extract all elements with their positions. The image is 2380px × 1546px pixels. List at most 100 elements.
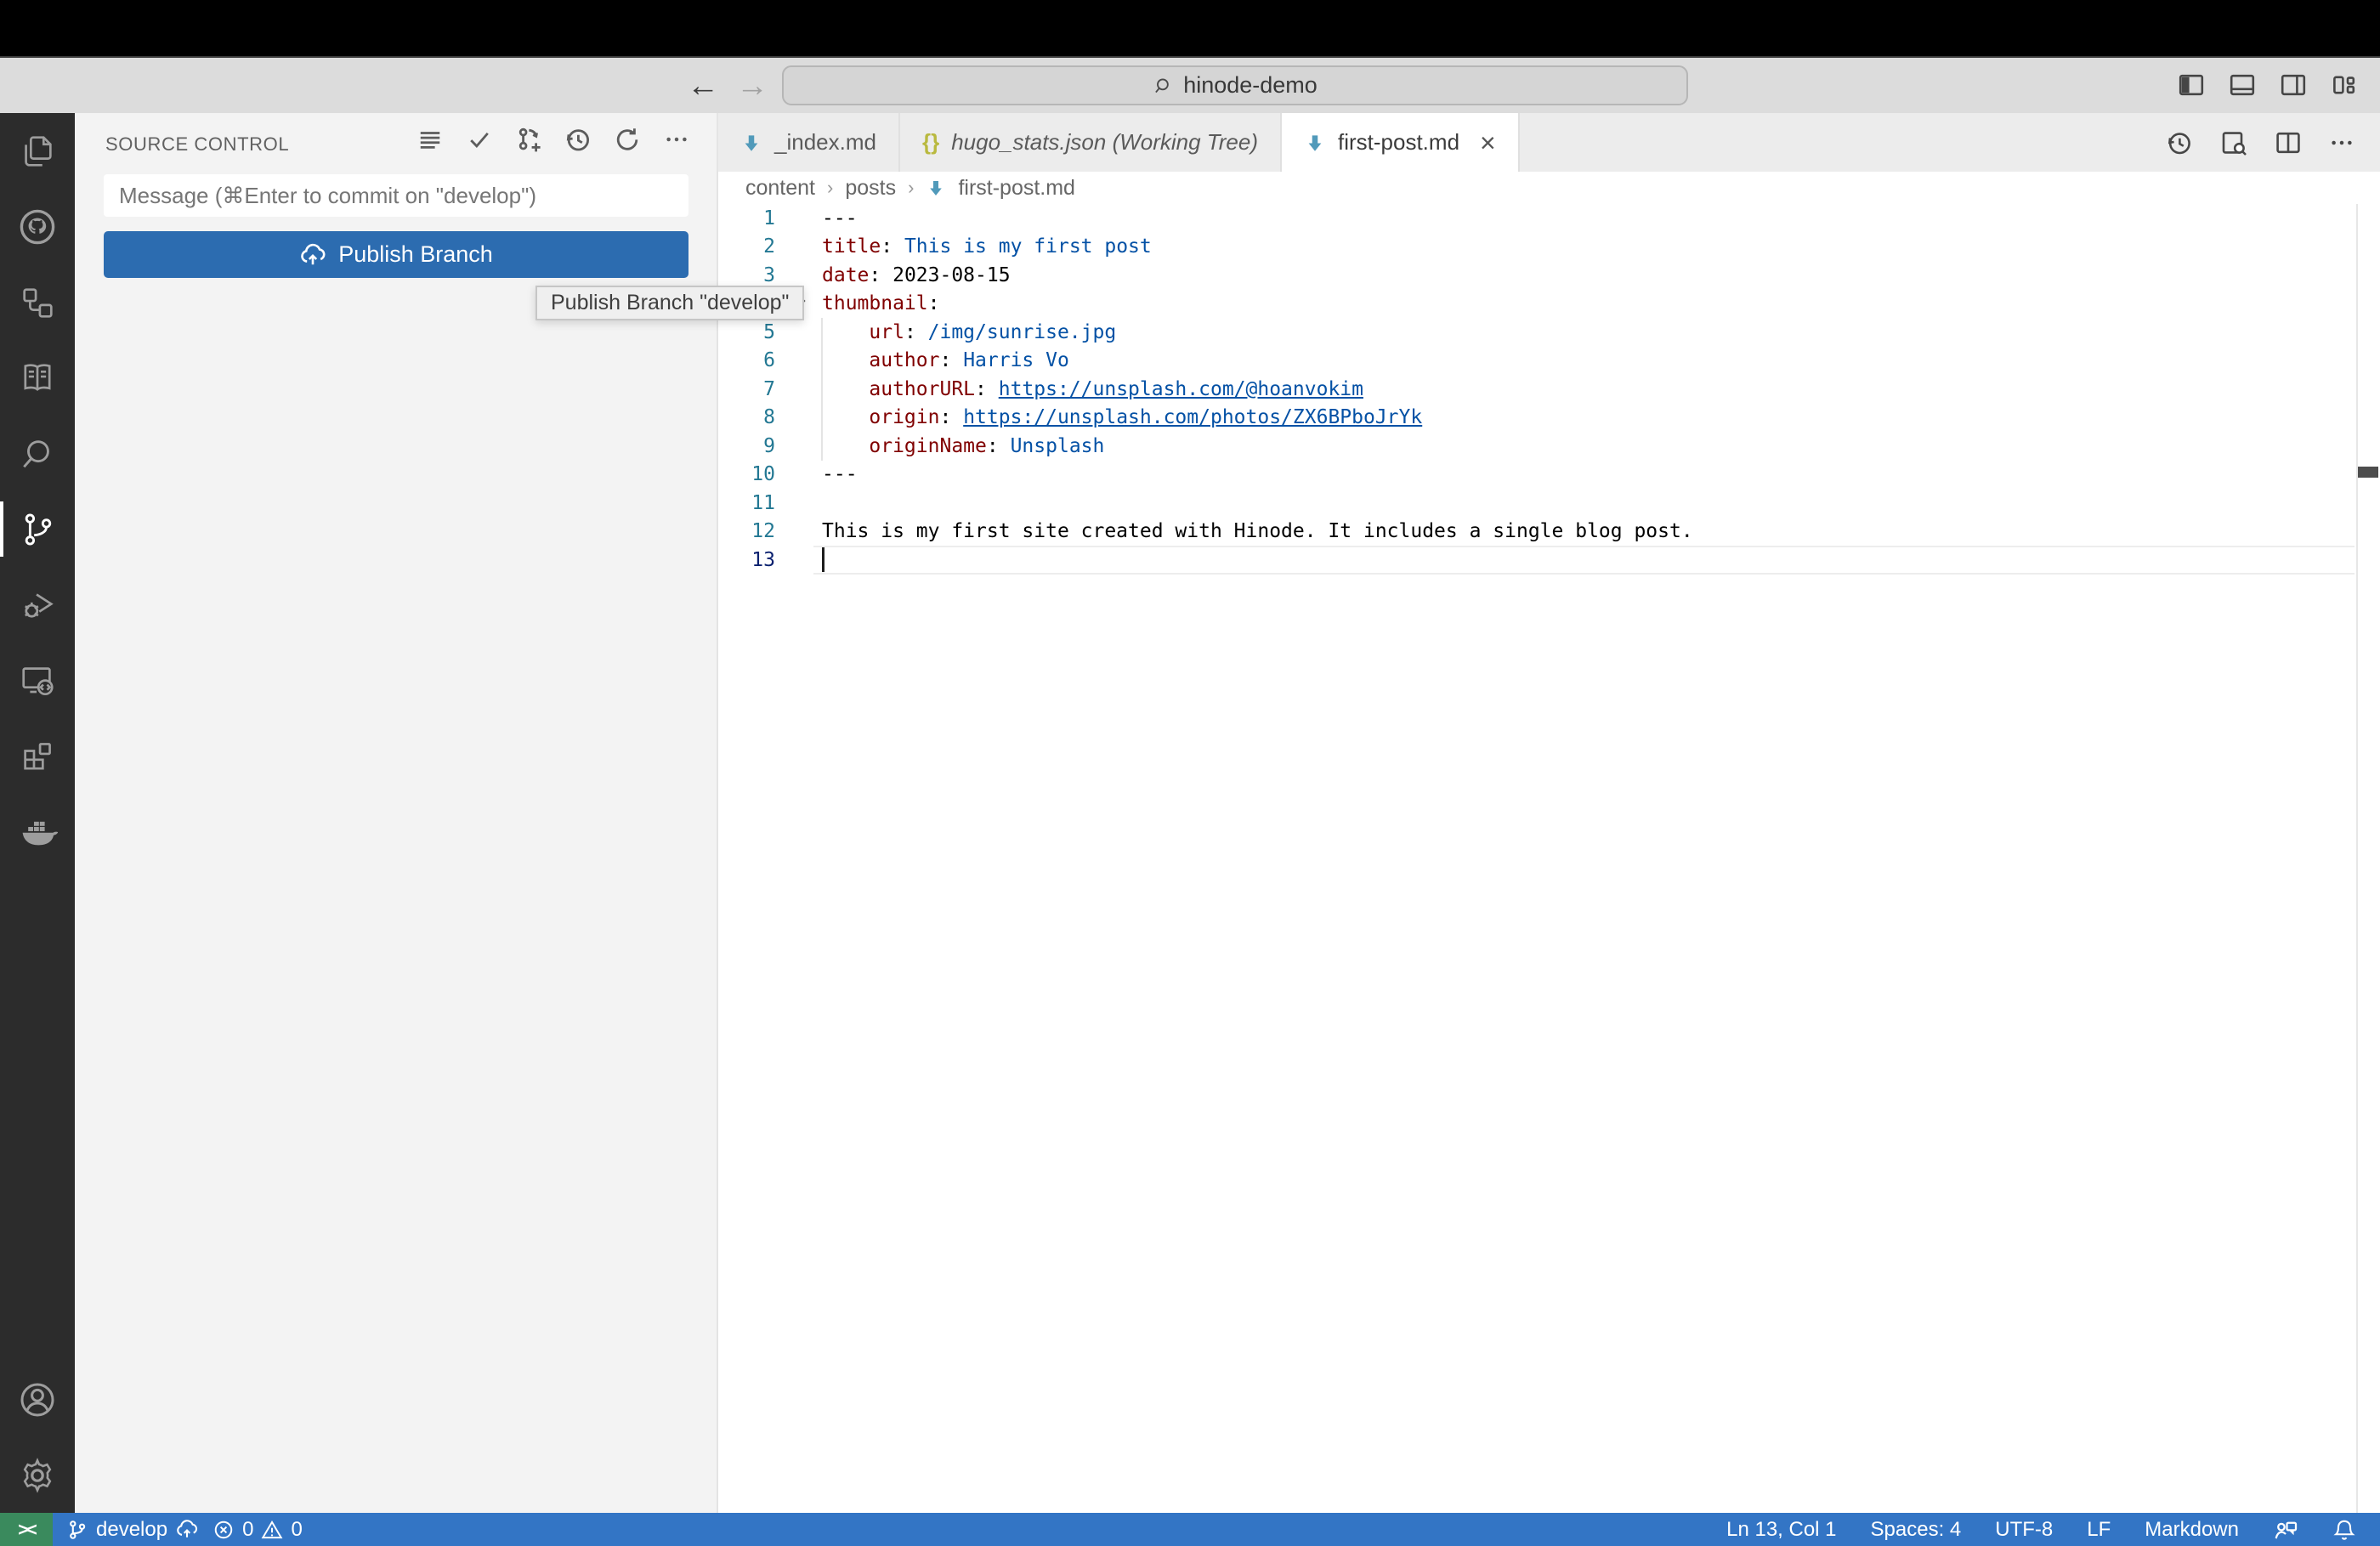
code-line-2[interactable]: 2 title: This is my first post: [718, 233, 2380, 262]
toggle-primary-sidebar-icon[interactable]: [2178, 71, 2205, 99]
activity-run-debug[interactable]: [0, 567, 75, 643]
history-icon[interactable]: [564, 125, 592, 154]
code-line-1[interactable]: 1 ---: [718, 204, 2380, 233]
open-changes-icon[interactable]: [2166, 129, 2193, 156]
view-as-list-icon[interactable]: [416, 125, 445, 154]
line-number[interactable]: 13: [718, 549, 775, 571]
line-number[interactable]: 7: [718, 378, 775, 400]
activity-extensions[interactable]: [0, 718, 75, 794]
code-line-7[interactable]: 7 authorURL: https://unsplash.com/@hoanv…: [718, 375, 2380, 404]
activity-github[interactable]: [0, 189, 75, 264]
activity-source-control[interactable]: [0, 491, 75, 567]
activity-accounts[interactable]: [0, 1362, 75, 1437]
editor-tab-bar: _index.md {} hugo_stats.json (Working Tr…: [718, 113, 2380, 172]
json-file-icon: {}: [921, 129, 940, 155]
customize-layout-icon[interactable]: [2331, 71, 2358, 99]
graph-plus-icon[interactable]: [514, 125, 543, 154]
search-icon: [18, 434, 57, 473]
breadcrumb: content › posts › first-post.md: [718, 172, 2380, 204]
editor-actions: [2166, 113, 2380, 172]
error-icon: [212, 1519, 235, 1541]
indentation[interactable]: Spaces: 4: [1871, 1518, 1962, 1542]
breadcrumb-file[interactable]: first-post.md: [958, 176, 1075, 201]
open-preview-icon[interactable]: [2220, 129, 2247, 156]
problems-status[interactable]: 0 0: [212, 1518, 303, 1542]
activity-docker[interactable]: [0, 794, 75, 869]
code-line-8[interactable]: 8 origin: https://unsplash.com/photos/ZX…: [718, 403, 2380, 433]
code-line-13[interactable]: 13: [718, 546, 2380, 575]
search-icon: [1153, 75, 1175, 97]
tab-first-post-md[interactable]: first-post.md ×: [1282, 113, 1520, 172]
language-mode[interactable]: Markdown: [2145, 1518, 2239, 1542]
code-line-4[interactable]: 4thumbnail:: [718, 290, 2380, 319]
navigate-back-icon[interactable]: ←: [687, 63, 719, 109]
line-number[interactable]: 9: [718, 435, 775, 457]
code-line-10[interactable]: 10 ---: [718, 461, 2380, 490]
activity-spacer: [0, 869, 75, 1362]
warning-icon: [261, 1519, 283, 1541]
line-number[interactable]: 12: [718, 520, 775, 542]
code-line-6[interactable]: 6 author: Harris Vo: [718, 346, 2380, 376]
code-text: url: /img/sunrise.jpg: [869, 320, 1117, 343]
more-actions-icon[interactable]: [2329, 130, 2354, 156]
eol-sequence[interactable]: LF: [2087, 1518, 2111, 1542]
line-number[interactable]: 6: [718, 349, 775, 371]
activity-remote-explorer[interactable]: [0, 643, 75, 718]
code-line-12[interactable]: 12 This is my first site created with Hin…: [718, 518, 2380, 546]
overview-ruler[interactable]: [2356, 204, 2358, 1513]
command-center-search[interactable]: hinode-demo: [782, 65, 1688, 105]
tab-index-md[interactable]: _index.md: [718, 113, 900, 172]
commit-message-input[interactable]: [104, 174, 688, 217]
code-text: authorURL: https://unsplash.com/@hoanvok…: [869, 377, 1363, 400]
line-number[interactable]: 8: [718, 406, 775, 428]
breadcrumb-content[interactable]: content: [745, 176, 815, 201]
notifications-bell-icon[interactable]: [2332, 1518, 2356, 1542]
activity-docs[interactable]: [0, 340, 75, 416]
toggle-panel-icon[interactable]: [2229, 71, 2256, 99]
code-text: author: Harris Vo: [869, 349, 1069, 372]
tab-hugo-stats-json[interactable]: {} hugo_stats.json (Working Tree): [900, 113, 1282, 172]
split-editor-icon[interactable]: [2275, 129, 2302, 156]
markdown-file-icon: [1304, 132, 1326, 154]
code-area[interactable]: 1 --- 2 title: This is my first post 3 date: …: [718, 204, 2380, 575]
editor-group: _index.md {} hugo_stats.json (Working Tr…: [718, 113, 2380, 1513]
encoding[interactable]: UTF-8: [1995, 1518, 2053, 1542]
panel-title: SOURCE CONTROL: [105, 133, 290, 155]
feedback-icon[interactable]: [2273, 1517, 2298, 1543]
code-line-5[interactable]: 5 url: /img/sunrise.jpg: [718, 318, 2380, 347]
close-tab-icon[interactable]: ×: [1480, 129, 1496, 156]
navigate-forward-icon[interactable]: →: [736, 63, 768, 109]
code-line-11[interactable]: 11: [718, 489, 2380, 518]
search-value: hinode-demo: [1183, 72, 1318, 98]
line-number[interactable]: 3: [718, 264, 775, 286]
overview-cursor-marker: [2358, 467, 2378, 478]
activity-hierarchy[interactable]: [0, 264, 75, 340]
cursor-position[interactable]: Ln 13, Col 1: [1726, 1518, 1836, 1542]
breadcrumb-posts[interactable]: posts: [845, 176, 896, 201]
remote-indicator[interactable]: ><: [0, 1513, 53, 1546]
book-icon: [18, 359, 57, 398]
toggle-secondary-sidebar-icon[interactable]: [2280, 71, 2307, 99]
line-number[interactable]: 11: [718, 492, 775, 514]
settings-gear-icon: [17, 1455, 58, 1496]
source-control-icon: [18, 510, 57, 549]
activity-search[interactable]: [0, 416, 75, 491]
line-number[interactable]: 10: [718, 463, 775, 485]
code-line-9[interactable]: 9 originName: Unsplash: [718, 432, 2380, 461]
code-text: date: 2023-08-15: [822, 263, 1011, 286]
line-number[interactable]: 2: [718, 235, 775, 258]
line-number[interactable]: 1: [718, 207, 775, 229]
commit-check-icon[interactable]: [465, 125, 494, 154]
more-actions-icon[interactable]: [662, 125, 691, 154]
markdown-file-icon: [926, 178, 946, 198]
refresh-icon[interactable]: [613, 125, 642, 154]
code-text: thumbnail:: [822, 292, 940, 315]
branch-status[interactable]: develop: [66, 1518, 199, 1542]
publish-branch-button[interactable]: Publish Branch: [104, 231, 688, 278]
activity-settings[interactable]: [0, 1437, 75, 1513]
line-number[interactable]: 5: [718, 321, 775, 343]
code-line-3[interactable]: 3 date: 2023-08-15: [718, 261, 2380, 290]
activity-explorer[interactable]: [0, 113, 75, 189]
activity-bar: [0, 113, 75, 1513]
source-control-panel: SOURCE CONTROL Message (⌘Enter to commit…: [75, 113, 718, 1513]
